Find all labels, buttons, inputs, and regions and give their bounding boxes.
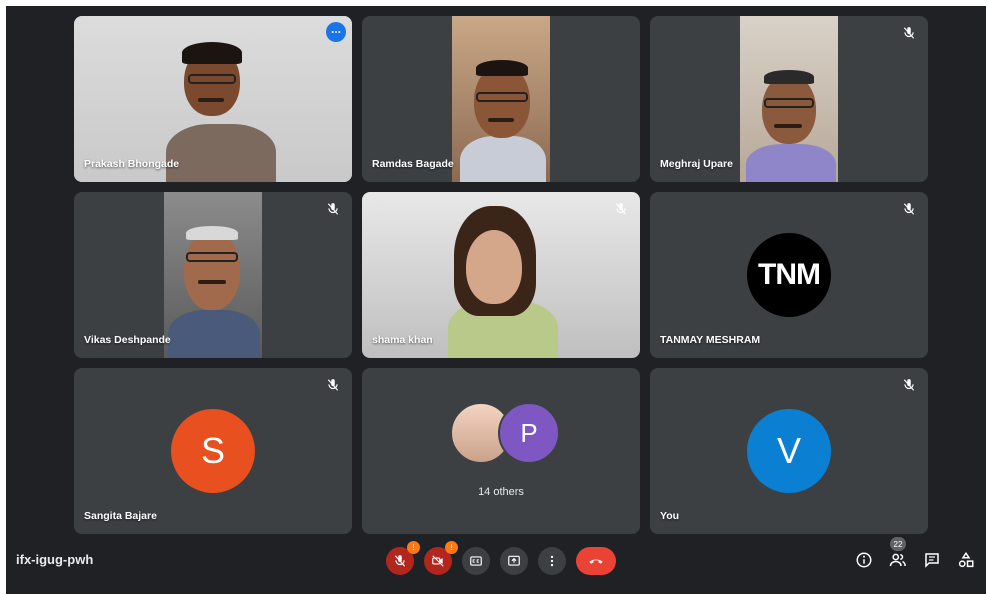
muted-mic-icon	[326, 378, 340, 392]
chat-icon	[925, 553, 939, 568]
participant-name: Vikas Deshpande	[84, 334, 171, 346]
warning-badge: !	[407, 541, 420, 554]
meeting-details-button[interactable]	[854, 550, 874, 570]
captions-button[interactable]	[462, 547, 490, 575]
participant-video	[164, 192, 262, 358]
participant-name: Prakash Bhongade	[84, 158, 180, 170]
muted-mic-icon	[326, 202, 340, 216]
participant-tile-prakash[interactable]: Prakash Bhongade	[74, 16, 352, 182]
more-options-icon[interactable]	[326, 22, 346, 42]
camera-toggle-button[interactable]: !	[424, 541, 458, 575]
present-icon	[508, 555, 520, 566]
info-icon	[856, 552, 872, 568]
more-vert-icon	[550, 555, 554, 567]
leave-call-button[interactable]	[576, 547, 616, 575]
people-button[interactable]	[888, 550, 908, 570]
participant-name: Ramdas Bagade	[372, 158, 454, 170]
mic-off-icon	[394, 555, 406, 567]
camera-off-icon	[432, 555, 444, 567]
captions-icon	[470, 556, 482, 566]
participant-video	[452, 16, 550, 182]
participant-tile-you[interactable]: V You	[650, 368, 928, 534]
meeting-code: ifx-igug-pwh	[16, 552, 94, 567]
hang-up-icon	[589, 559, 603, 564]
participant-tile-ramdas[interactable]: Ramdas Bagade	[362, 16, 640, 182]
mic-toggle-button[interactable]: !	[386, 541, 420, 575]
tnm-logo: TNM	[747, 233, 831, 317]
avatar: S	[171, 409, 255, 493]
people-icon	[889, 553, 906, 567]
participant-name: You	[660, 510, 680, 522]
participant-video	[740, 16, 838, 182]
others-tile[interactable]: P 14 others	[362, 368, 640, 534]
present-button[interactable]	[500, 547, 528, 575]
shapes-icon	[958, 551, 974, 568]
meeting-stage: Prakash Bhongade Ramdas Bagade Meghraj U…	[6, 6, 986, 594]
others-count: 14 others	[478, 486, 524, 498]
people-count-badge: 22	[890, 537, 906, 551]
chat-button[interactable]	[922, 550, 942, 570]
muted-mic-icon	[902, 202, 916, 216]
muted-mic-icon	[902, 378, 916, 392]
participant-tile-tanmay[interactable]: TNM TANMAY MESHRAM	[650, 192, 928, 358]
participant-name: shama khan	[372, 334, 433, 346]
avatar: P	[498, 402, 560, 464]
participant-tile-sangita[interactable]: S Sangita Bajare	[74, 368, 352, 534]
warning-badge: !	[445, 541, 458, 554]
more-options-button[interactable]	[538, 547, 566, 575]
participant-tile-vikas[interactable]: Vikas Deshpande	[74, 192, 352, 358]
avatar: V	[747, 409, 831, 493]
participant-tile-shama[interactable]: shama khan	[362, 192, 640, 358]
muted-mic-icon	[614, 202, 628, 216]
participant-tile-meghraj[interactable]: Meghraj Upare	[650, 16, 928, 182]
participant-name: Meghraj Upare	[660, 158, 733, 170]
muted-mic-icon	[902, 26, 916, 40]
participant-name: TANMAY MESHRAM	[660, 334, 761, 346]
activities-button[interactable]	[956, 550, 976, 570]
participant-name: Sangita Bajare	[84, 510, 157, 522]
